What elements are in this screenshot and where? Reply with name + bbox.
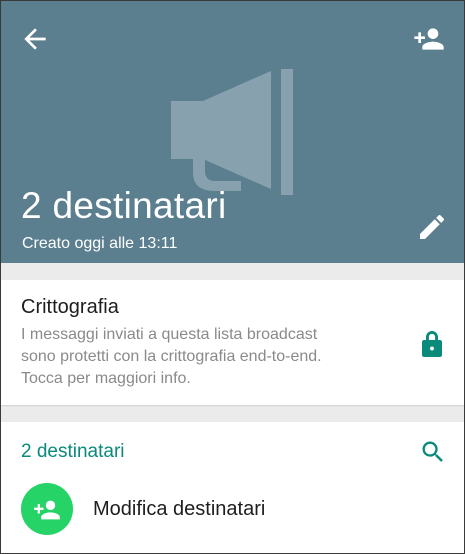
recipients-card: 2 destinatari Modifica destinatari: [1, 422, 464, 553]
modify-recipients-label: Modifica destinatari: [93, 498, 266, 520]
encryption-description: I messaggi inviati a questa lista broadc…: [21, 324, 381, 390]
pencil-icon: [420, 214, 445, 239]
person-add-icon: [34, 500, 60, 520]
encryption-description-line: I messaggi inviati a questa lista broadc…: [21, 326, 318, 343]
modify-recipients-button[interactable]: Modifica destinatari: [1, 482, 464, 546]
person-add-icon: [414, 28, 444, 50]
modify-recipients-avatar: [21, 483, 73, 535]
recipients-count: 2 destinatari: [21, 441, 125, 462]
back-button[interactable]: [19, 23, 51, 55]
megaphone-icon: [171, 69, 293, 195]
arrow-back-icon: [24, 28, 46, 50]
encryption-description-line: Tocca per maggiori info.: [21, 370, 191, 387]
encryption-description-line: sono protetti con la crittografia end-to…: [21, 348, 322, 365]
page-title: 2 destinatari: [21, 185, 227, 226]
edit-button[interactable]: [416, 211, 448, 243]
created-timestamp: Creato oggi alle 13:11: [22, 235, 178, 252]
header: 2 destinatari Creato oggi alle 13:11: [1, 1, 464, 263]
encryption-title: Crittografia: [21, 296, 119, 318]
search-icon: [422, 441, 443, 462]
encryption-card[interactable]: Crittografia I messaggi inviati a questa…: [1, 280, 464, 405]
broadcast-list-info-screen: 2 destinatari Creato oggi alle 13:11 Cri…: [0, 0, 465, 554]
add-recipient-button[interactable]: [413, 23, 449, 55]
lock-icon: [422, 331, 442, 357]
search-button[interactable]: [419, 438, 447, 466]
